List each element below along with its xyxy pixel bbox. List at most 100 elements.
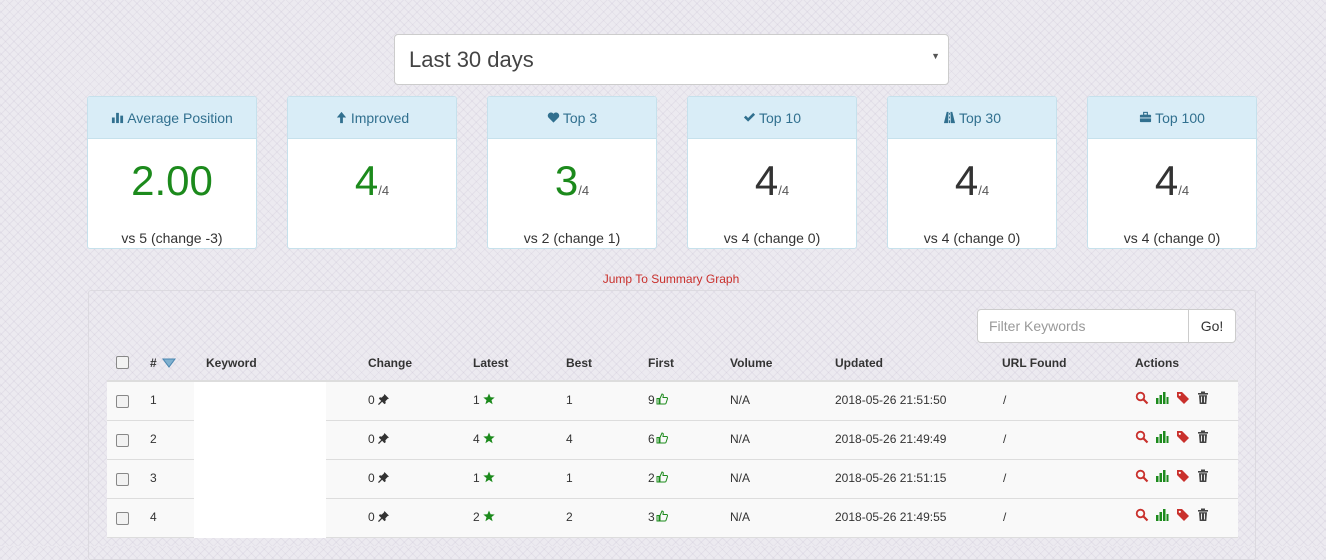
trash-icon[interactable] bbox=[1196, 430, 1212, 444]
pushpin-icon bbox=[377, 472, 389, 483]
latest-cell: 4 bbox=[473, 432, 495, 446]
card-value: 4/4 bbox=[754, 157, 790, 204]
card-title: Top 3 bbox=[562, 110, 598, 126]
stats-icon[interactable] bbox=[1155, 469, 1171, 483]
card-footer: vs 4 (change 0) bbox=[723, 230, 821, 246]
star-icon bbox=[482, 393, 495, 405]
best-cell: 1 bbox=[566, 471, 573, 485]
table-row: 4 0 2 2 3 N/A 2018-05-26 21:49:55 / bbox=[107, 499, 1238, 538]
tags-icon[interactable] bbox=[1176, 469, 1192, 483]
url-found-cell[interactable]: / bbox=[1003, 432, 1006, 446]
select-all-checkbox[interactable] bbox=[116, 356, 129, 369]
pushpin-icon bbox=[377, 394, 389, 405]
stats-icon[interactable] bbox=[1155, 391, 1171, 405]
pushpin-icon bbox=[377, 511, 389, 522]
card-value: 4/4 bbox=[954, 157, 990, 204]
trash-icon[interactable] bbox=[1196, 391, 1212, 405]
star-icon bbox=[482, 432, 495, 444]
search-icon[interactable] bbox=[1135, 430, 1151, 444]
filter-keywords-input[interactable]: Filter Keywords bbox=[977, 309, 1189, 343]
row-checkbox[interactable] bbox=[116, 395, 129, 408]
volume-cell: N/A bbox=[730, 432, 751, 446]
road-icon bbox=[943, 111, 956, 124]
card-top-3: Top 3 3/4 vs 2 (change 1) bbox=[487, 96, 657, 249]
change-cell: 0 bbox=[368, 510, 389, 524]
jump-to-summary-link[interactable]: Jump To Summary Graph bbox=[0, 272, 1326, 286]
date-range-select[interactable]: Last 30 days ▼ bbox=[394, 34, 949, 85]
card-title: Improved bbox=[350, 110, 410, 126]
card-value: 2.00 bbox=[131, 157, 213, 204]
card-title: Top 100 bbox=[1155, 110, 1205, 126]
card-header: Top 10 bbox=[688, 97, 856, 139]
row-actions bbox=[1135, 508, 1212, 527]
updated-cell: 2018-05-26 21:49:55 bbox=[835, 510, 947, 524]
tags-icon[interactable] bbox=[1176, 508, 1192, 522]
keyword-cell bbox=[194, 421, 326, 460]
change-cell: 0 bbox=[368, 471, 389, 485]
column-header-best[interactable]: Best bbox=[566, 356, 592, 370]
card-header: Top 30 bbox=[888, 97, 1056, 139]
column-header-url-found[interactable]: URL Found bbox=[1002, 356, 1066, 370]
tags-icon[interactable] bbox=[1176, 430, 1192, 444]
pushpin-icon bbox=[377, 433, 389, 444]
trash-icon[interactable] bbox=[1196, 508, 1212, 522]
card-title: Average Position bbox=[127, 110, 233, 126]
card-footer: vs 5 (change -3) bbox=[121, 230, 223, 246]
card-header: Improved bbox=[288, 97, 456, 139]
arrow-up-icon bbox=[336, 111, 346, 124]
stats-icon[interactable] bbox=[1155, 430, 1171, 444]
row-number: 2 bbox=[150, 432, 157, 446]
card-top-100: Top 100 4/4 vs 4 (change 0) bbox=[1087, 96, 1257, 249]
latest-cell: 1 bbox=[473, 471, 495, 485]
table-row: 1 0 1 1 9 N/A 2018-05-26 21:51:50 / bbox=[107, 382, 1238, 421]
card-improved: Improved 4/4 bbox=[287, 96, 457, 249]
column-header-change[interactable]: Change bbox=[368, 356, 412, 370]
row-number: 3 bbox=[150, 471, 157, 485]
search-icon[interactable] bbox=[1135, 391, 1151, 405]
checkmark-icon bbox=[743, 112, 756, 122]
keyword-cell bbox=[194, 460, 326, 499]
row-actions bbox=[1135, 430, 1212, 449]
column-header-first[interactable]: First bbox=[648, 356, 674, 370]
column-header-num[interactable]: # bbox=[150, 356, 177, 370]
bar-chart-icon bbox=[112, 112, 124, 124]
table-header: # Keyword Change Latest Best First Volum… bbox=[107, 344, 1238, 382]
row-actions bbox=[1135, 391, 1212, 410]
tags-icon[interactable] bbox=[1176, 391, 1192, 405]
card-footer: vs 4 (change 0) bbox=[923, 230, 1021, 246]
card-title: Top 10 bbox=[758, 110, 802, 126]
card-header: Average Position bbox=[88, 97, 256, 139]
column-header-updated[interactable]: Updated bbox=[835, 356, 883, 370]
search-icon[interactable] bbox=[1135, 469, 1151, 483]
go-button[interactable]: Go! bbox=[1188, 309, 1236, 343]
sort-arrow-icon[interactable] bbox=[162, 357, 177, 368]
card-value: 4/4 bbox=[354, 157, 390, 204]
trash-icon[interactable] bbox=[1196, 469, 1212, 483]
card-header: Top 100 bbox=[1088, 97, 1256, 139]
thumbs-up-icon bbox=[656, 393, 668, 405]
card-top-30: Top 30 4/4 vs 4 (change 0) bbox=[887, 96, 1057, 249]
keywords-table: # Keyword Change Latest Best First Volum… bbox=[107, 344, 1238, 538]
url-found-cell[interactable]: / bbox=[1003, 471, 1006, 485]
card-value: 3/4 bbox=[554, 157, 590, 204]
date-range-value: Last 30 days bbox=[409, 47, 534, 72]
updated-cell: 2018-05-26 21:51:50 bbox=[835, 393, 947, 407]
volume-cell: N/A bbox=[730, 471, 751, 485]
card-header: Top 3 bbox=[488, 97, 656, 139]
updated-cell: 2018-05-26 21:49:49 bbox=[835, 432, 947, 446]
stats-icon[interactable] bbox=[1155, 508, 1171, 522]
card-title: Top 30 bbox=[958, 110, 1002, 126]
row-number: 4 bbox=[150, 510, 157, 524]
briefcase-icon bbox=[1140, 111, 1152, 123]
column-header-latest[interactable]: Latest bbox=[473, 356, 508, 370]
row-checkbox[interactable] bbox=[116, 473, 129, 486]
row-checkbox[interactable] bbox=[116, 512, 129, 525]
volume-cell: N/A bbox=[730, 393, 751, 407]
column-header-volume[interactable]: Volume bbox=[730, 356, 772, 370]
column-header-keyword[interactable]: Keyword bbox=[206, 356, 257, 370]
url-found-cell[interactable]: / bbox=[1003, 393, 1006, 407]
row-checkbox[interactable] bbox=[116, 434, 129, 447]
search-icon[interactable] bbox=[1135, 508, 1151, 522]
url-found-cell[interactable]: / bbox=[1003, 510, 1006, 524]
thumbs-up-icon bbox=[656, 432, 668, 444]
